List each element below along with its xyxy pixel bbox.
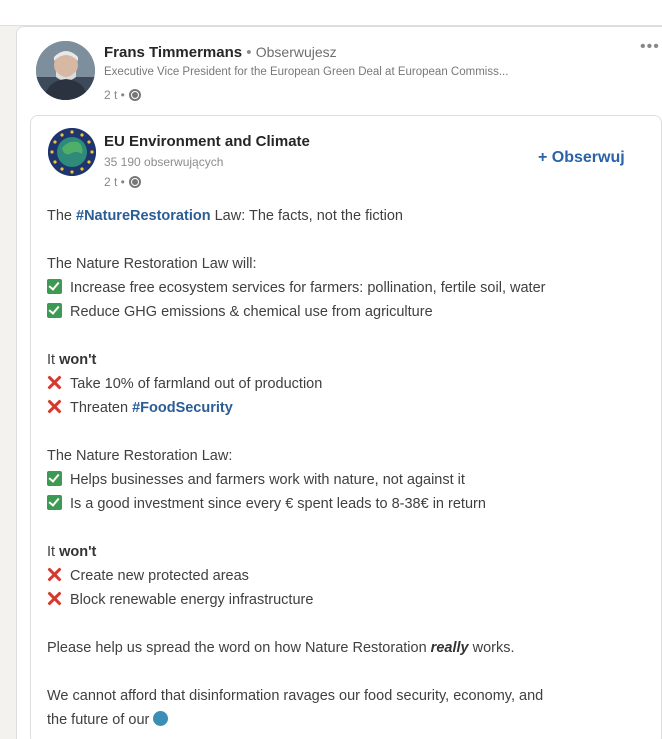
wont-prefix: It bbox=[47, 352, 60, 368]
wont-heading: It won't bbox=[47, 348, 647, 372]
check-icon bbox=[47, 495, 62, 510]
following-status: Obserwujesz bbox=[255, 44, 337, 60]
more-options-icon[interactable]: ••• bbox=[640, 38, 660, 56]
follow-button[interactable]: + Obserwuj bbox=[538, 149, 625, 167]
feed-top-strip bbox=[0, 0, 662, 26]
author-name[interactable]: Frans Timmermans bbox=[104, 44, 242, 61]
list-item: Take 10% of farmland out of production bbox=[47, 372, 647, 396]
list-item-text: Reduce GHG emissions & chemical use from… bbox=[70, 304, 433, 320]
org-post-meta: 2 t • bbox=[104, 175, 141, 189]
list-item: Increase free ecosystem services for far… bbox=[47, 276, 647, 300]
org-name[interactable]: EU Environment and Climate bbox=[104, 133, 310, 150]
help-prefix: Please help us spread the word on how Na… bbox=[47, 640, 431, 656]
help-emphasis: really bbox=[430, 640, 469, 656]
author-post-meta: 2 t • bbox=[104, 88, 141, 102]
list-item-text: Increase free ecosystem services for far… bbox=[70, 280, 546, 296]
author-headline: Executive Vice President for the Europea… bbox=[104, 66, 509, 78]
wont-heading: It won't bbox=[47, 540, 647, 564]
earth-globe-icon bbox=[153, 711, 169, 726]
check-icon bbox=[47, 279, 62, 294]
org-post-time: 2 t • bbox=[104, 175, 125, 189]
closing-line-1: We cannot afford that disinformation rav… bbox=[47, 688, 544, 704]
list-item-text: Threaten bbox=[70, 400, 133, 416]
check-icon bbox=[47, 471, 62, 486]
check-icon bbox=[47, 303, 62, 318]
cross-icon bbox=[47, 375, 62, 390]
globe-icon bbox=[128, 176, 141, 188]
section2-intro: The Nature Restoration Law: bbox=[47, 448, 233, 464]
org-logo[interactable] bbox=[48, 128, 96, 176]
org-follower-count: 35 190 obserwujących bbox=[104, 155, 224, 169]
author-avatar[interactable] bbox=[36, 41, 95, 100]
cross-icon bbox=[47, 591, 62, 606]
list-item: Helps businesses and farmers work with n… bbox=[47, 468, 647, 492]
closing-text: the future of our bbox=[47, 712, 150, 728]
list-item: Reduce GHG emissions & chemical use from… bbox=[47, 300, 647, 324]
globe-icon bbox=[128, 89, 141, 101]
wont-word: won't bbox=[59, 352, 97, 368]
post-title-line: The #NatureRestoration Law: The facts, n… bbox=[47, 204, 647, 228]
list-item-text: Helps businesses and farmers work with n… bbox=[70, 472, 465, 488]
list-item-text: Take 10% of farmland out of production bbox=[70, 376, 323, 392]
closing-line-2: the future of our bbox=[47, 708, 647, 732]
cross-icon bbox=[47, 399, 62, 414]
help-line: Please help us spread the word on how Na… bbox=[47, 636, 647, 660]
title-prefix: The bbox=[47, 208, 77, 224]
cross-icon bbox=[47, 567, 62, 582]
list-item: Is a good investment since every € spent… bbox=[47, 492, 647, 516]
post-body: The #NatureRestoration Law: The facts, n… bbox=[47, 204, 647, 732]
hashtag-food-security[interactable]: #FoodSecurity bbox=[132, 400, 233, 416]
author-name-row: Frans Timmermans • Obserwujesz bbox=[104, 44, 337, 61]
hashtag-nature-restoration[interactable]: #NatureRestoration bbox=[76, 208, 211, 224]
list-item-text: Create new protected areas bbox=[70, 568, 249, 584]
list-item-text: Is a good investment since every € spent… bbox=[70, 496, 486, 512]
title-suffix: Law: The facts, not the fiction bbox=[210, 208, 403, 224]
section1-intro: The Nature Restoration Law will: bbox=[47, 256, 257, 272]
list-item: Create new protected areas bbox=[47, 564, 647, 588]
wont-word: won't bbox=[59, 544, 97, 560]
list-item: Block renewable energy infrastructure bbox=[47, 588, 647, 612]
list-item-text: Block renewable energy infrastructure bbox=[70, 592, 314, 608]
author-post-time: 2 t • bbox=[104, 88, 125, 102]
separator-dot: • bbox=[246, 44, 252, 61]
list-item: Threaten #FoodSecurity bbox=[47, 396, 647, 420]
help-suffix: works. bbox=[468, 640, 515, 656]
wont-prefix: It bbox=[47, 544, 60, 560]
